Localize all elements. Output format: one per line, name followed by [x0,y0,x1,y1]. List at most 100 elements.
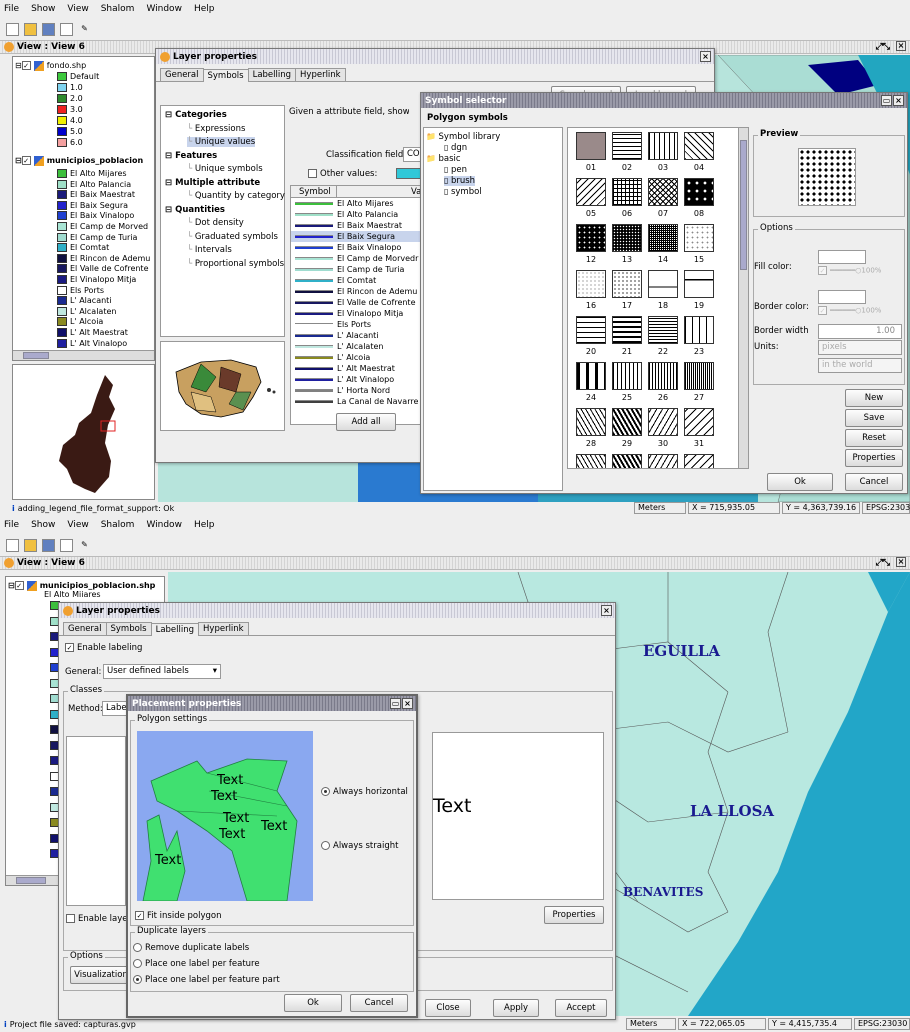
tree-item[interactable]: └ Expressions [187,124,245,134]
menu-file[interactable]: File [4,4,19,14]
symbol-library-tree[interactable]: 📁 Symbol library ▯ dgn 📁 basic ▯ pen ▯ brush… [423,127,563,491]
ok-button[interactable]: Ok [284,994,342,1012]
menu-view[interactable]: View [67,520,88,530]
toc-hscrollbar[interactable] [13,350,154,360]
table-row[interactable]: El Alto Palancia [291,209,422,220]
symbol-swatch[interactable] [576,224,606,252]
open-folder-icon[interactable] [24,538,37,552]
symbol-swatch[interactable] [648,316,678,344]
other-values-checkbox[interactable]: Other values: [308,169,377,179]
table-row[interactable]: L' Alt Maestrat [291,363,422,374]
tab-symbols[interactable]: Symbols [105,622,152,635]
close-icon[interactable]: × [601,605,612,616]
classes-list[interactable] [66,736,126,906]
close-icon[interactable]: × [402,698,413,709]
tab-hyperlink[interactable]: Hyperlink [198,622,249,635]
always-straight-radio[interactable]: Always straight [321,841,398,851]
tree-item[interactable]: └ Quantity by category [187,191,285,201]
table-row[interactable]: El Baix Maestrat [291,220,422,231]
border-width-spinner[interactable]: 1.00 [818,324,902,339]
table-row[interactable]: Els Ports [291,319,422,330]
symbol-swatch[interactable] [612,408,642,436]
save-icon[interactable] [42,22,55,36]
print-icon[interactable] [60,538,73,552]
menu-show[interactable]: Show [31,4,55,14]
table-row[interactable]: La Canal de Navarre [291,396,422,407]
apply-button[interactable]: Apply [493,999,539,1017]
symbol-swatch[interactable] [576,316,606,344]
print-icon[interactable] [60,22,73,36]
symbol-swatch[interactable] [684,316,714,344]
visualization-button[interactable]: Visualization [70,966,132,984]
tree-item[interactable]: └ Dot density [187,218,244,228]
library-tree-item[interactable]: 📁 basic [426,154,461,164]
symbol-table[interactable]: Symbol Va El Alto Mijares El Alto Palanci… [290,185,423,425]
properties-button[interactable]: Properties [845,449,903,467]
close-view-icon[interactable]: × [896,557,906,567]
properties-button[interactable]: Properties [544,906,604,924]
tree-item[interactable]: ⊟ Multiple attribute [165,178,260,188]
table-row[interactable]: El Baix Vinalopo [291,242,422,253]
maximize-icon[interactable]: ▭ [390,698,401,709]
symbol-swatch[interactable] [648,224,678,252]
fit-inside-polygon-checkbox[interactable]: ✓ Fit inside polygon [135,911,222,921]
new-file-icon[interactable] [6,22,19,36]
symbol-swatch[interactable] [612,132,642,160]
tree-item[interactable]: ⊟ Quantities [165,205,225,215]
open-folder-icon[interactable] [24,22,37,36]
symbol-swatch[interactable] [648,270,678,298]
maximize-icon[interactable]: ▭ [881,95,892,106]
menu-window[interactable]: Window [146,4,182,14]
tree-item[interactable]: └ Unique symbols [187,164,263,174]
tools-icon[interactable]: ✎ [78,23,91,36]
close-icon[interactable]: × [893,95,904,106]
tab-general[interactable]: General [160,68,204,81]
symbol-swatch[interactable] [648,408,678,436]
tree-item[interactable]: └ Intervals [187,245,232,255]
symbol-swatch[interactable] [612,362,642,390]
legend-type-tree[interactable]: ⊟ Categories └ Expressions └ Unique values… [160,105,285,337]
accept-button[interactable]: Accept [555,999,607,1017]
tree-item[interactable]: ⊟ Categories [165,110,227,120]
collapse-icon[interactable]: ⊟ [165,151,175,161]
symbol-grid[interactable]: 01 02 03 04 05 06 07 08 12 13 14 15 16 17 18 19 20 21 22 23… [567,127,749,469]
collapse-icon[interactable]: ⊟ [165,110,175,120]
library-tree-item[interactable]: ▯ dgn [444,143,467,153]
symbol-swatch[interactable] [684,224,714,252]
general-select[interactable]: User defined labels ▾ [103,664,221,679]
enable-labeling-checkbox[interactable]: ✓ Enable labeling [65,643,142,653]
remove-duplicate-radio[interactable]: Remove duplicate labels [133,943,249,953]
overview-map[interactable] [12,364,155,500]
tab-labelling[interactable]: Labelling [150,623,200,636]
tab-hyperlink[interactable]: Hyperlink [295,68,346,81]
toc-layer-municipios[interactable]: municipios_poblacion.shp [40,581,156,590]
tree-item[interactable]: └ Graduated symbols [187,232,278,242]
border-color-swatch[interactable] [818,290,866,304]
menu-shalom[interactable]: Shalom [101,4,135,14]
units-select[interactable]: pixels [818,340,902,355]
new-file-icon[interactable] [6,538,19,552]
reset-button[interactable]: Reset [845,429,903,447]
symbol-swatch[interactable] [612,224,642,252]
table-row[interactable]: El Alto Mijares [291,198,422,209]
restore-icon[interactable]: ⤢⤡ [876,558,890,568]
library-tree-item[interactable]: ▯ brush [444,176,476,186]
always-horizontal-radio[interactable]: Always horizontal [321,787,408,797]
table-row[interactable]: L' Alacanti [291,330,422,341]
tools-icon[interactable]: ✎ [78,539,91,552]
symbol-swatch[interactable] [684,270,714,298]
border-alpha-slider[interactable]: ✓ ━━━━━━○100% [818,306,881,315]
table-row[interactable]: El Camp de Turia [291,264,422,275]
symbol-swatch[interactable] [648,178,678,206]
menu-file[interactable]: File [4,520,19,530]
close-icon[interactable]: × [700,51,711,62]
symbol-swatch[interactable] [684,454,714,468]
menu-window[interactable]: Window [146,520,182,530]
tree-item[interactable]: ⊟ Features [165,151,217,161]
tab-labelling[interactable]: Labelling [247,68,297,81]
table-row[interactable]: L' Alcalaten [291,341,422,352]
tab-symbols[interactable]: Symbols [202,69,249,82]
library-tree-item[interactable]: ▯ symbol [444,187,482,197]
cancel-button[interactable]: Cancel [350,994,408,1012]
symbol-swatch[interactable] [576,178,606,206]
